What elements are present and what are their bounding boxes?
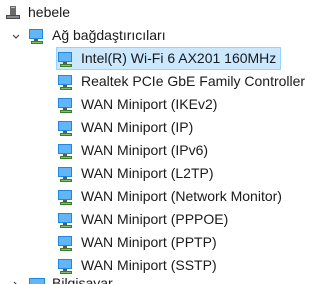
device-item-7[interactable]: WAN Miniport (PPPOE) <box>57 208 228 231</box>
device-label: WAN Miniport (PPPOE) <box>81 211 229 227</box>
device-item-2[interactable]: WAN Miniport (IKEv2) <box>57 93 217 116</box>
device-label: WAN Miniport (L2TP) <box>81 165 214 181</box>
device-label: WAN Miniport (IP) <box>81 119 194 135</box>
network-adapter-icon <box>57 234 75 252</box>
device-item-3[interactable]: WAN Miniport (IP) <box>57 116 193 139</box>
chevron-down-icon[interactable] <box>10 30 22 42</box>
network-adapter-icon <box>57 50 75 68</box>
network-adapter-icon <box>57 96 75 114</box>
tree-root-label: hebele <box>28 4 71 20</box>
device-label: Intel(R) Wi-Fi 6 AX201 160MHz <box>81 50 277 66</box>
computer-tower-icon <box>4 4 22 22</box>
tree-category-network-adapters[interactable]: Ağ bağdaştırıcıları <box>10 24 166 47</box>
device-tree: hebele Ağ bağdaştırıcıları Intel(R) Wi-F… <box>0 0 320 284</box>
device-item-1[interactable]: Realtek PCIe GbE Family Controller <box>57 70 305 93</box>
network-adapter-icon <box>57 119 75 137</box>
device-label: WAN Miniport (PPTP) <box>81 234 217 250</box>
tree-root-node[interactable]: hebele <box>4 1 70 24</box>
device-item-5[interactable]: WAN Miniport (L2TP) <box>57 162 214 185</box>
device-item-4[interactable]: WAN Miniport (IPv6) <box>57 139 208 162</box>
network-adapter-icon <box>57 188 75 206</box>
network-adapter-icon <box>57 211 75 229</box>
device-item-0[interactable]: Intel(R) Wi-Fi 6 AX201 160MHz <box>56 47 282 70</box>
network-adapter-icon <box>57 142 75 160</box>
device-label: Realtek PCIe GbE Family Controller <box>81 73 306 89</box>
chevron-right-icon[interactable] <box>10 278 22 284</box>
tree-category-computer[interactable]: Bilgisayar <box>10 272 113 284</box>
network-adapter-icon <box>57 165 75 183</box>
device-label: WAN Miniport (IKEv2) <box>81 96 218 112</box>
device-label: WAN Miniport (Network Monitor) <box>81 188 282 204</box>
network-adapter-icon <box>28 27 46 45</box>
computer-monitor-icon <box>28 275 46 284</box>
device-label: WAN Miniport (IPv6) <box>81 142 209 158</box>
category-label: Ağ bağdaştırıcıları <box>52 27 166 43</box>
network-adapter-icon <box>57 73 75 91</box>
category-label: Bilgisayar <box>52 275 113 284</box>
device-item-8[interactable]: WAN Miniport (PPTP) <box>57 231 217 254</box>
device-item-6[interactable]: WAN Miniport (Network Monitor) <box>57 185 282 208</box>
